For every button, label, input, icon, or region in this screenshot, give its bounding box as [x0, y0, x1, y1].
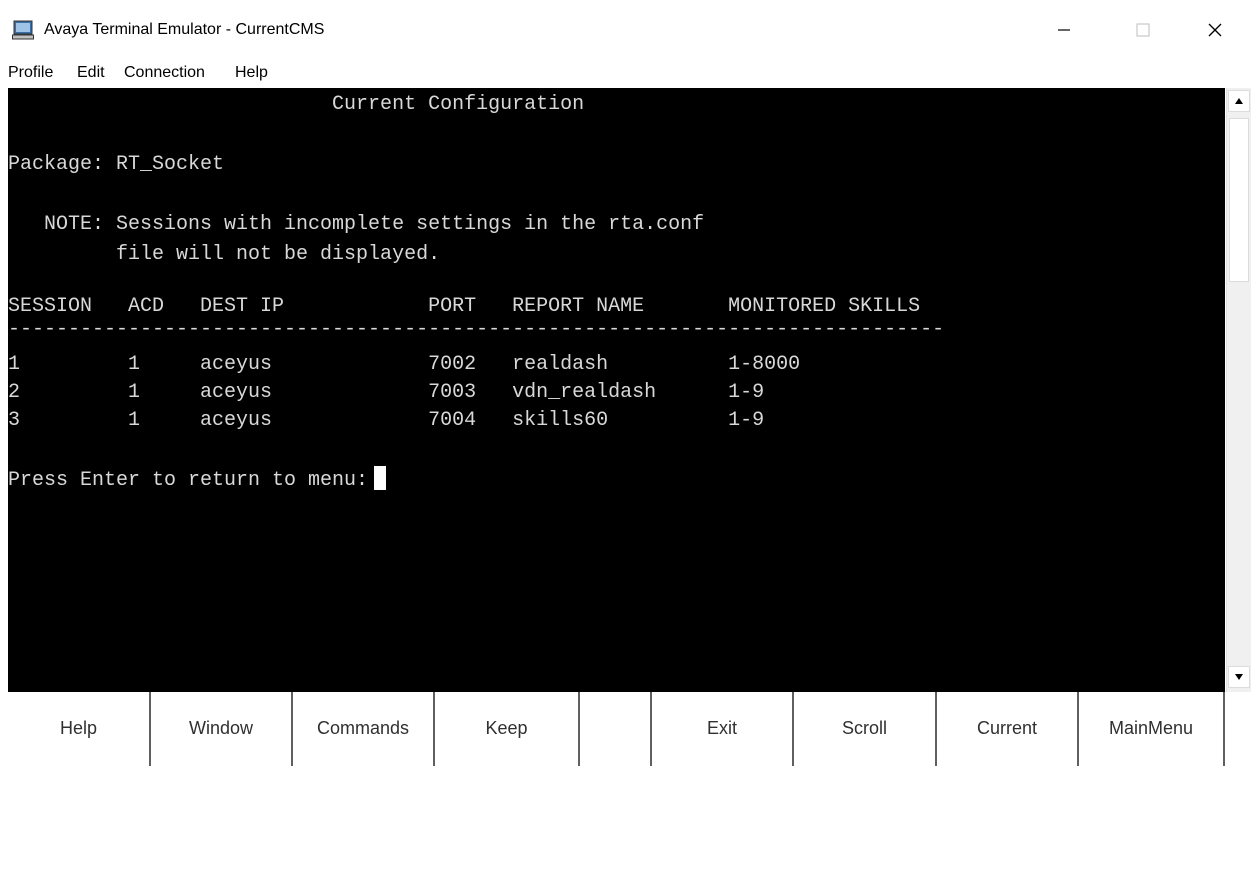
function-key-bar: Help Window Commands Keep Exit Scroll Cu…	[8, 692, 1225, 878]
close-icon	[1208, 23, 1222, 37]
table-separator: ----------------------------------------…	[8, 318, 945, 341]
scroll-up-button[interactable]	[1228, 90, 1250, 112]
table-row: 3 1 aceyus 7004 skills60 1-9	[8, 409, 765, 432]
scroll-thumb[interactable]	[1229, 118, 1249, 282]
terminal-computer-icon	[12, 20, 34, 40]
table-row: 2 1 aceyus 7003 vdn_realdash 1-9	[8, 381, 765, 404]
fkey-keep[interactable]: Keep	[435, 692, 580, 766]
package-line: Package: RT_Socket	[8, 153, 225, 176]
vertical-scrollbar[interactable]	[1226, 88, 1251, 692]
maximize-button[interactable]	[1120, 10, 1166, 50]
menu-connection[interactable]: Connection	[124, 64, 205, 82]
enter-prompt: Press Enter to return to menu:	[8, 469, 369, 492]
fkey-bottom-strip	[8, 766, 1225, 878]
fkey-blank[interactable]	[580, 692, 652, 766]
menu-bar: Profile Edit Connection Help	[0, 58, 1251, 88]
prompt-line: Press Enter to return to menu:	[8, 465, 1225, 496]
fkey-mainmenu[interactable]: MainMenu	[1079, 692, 1225, 766]
menu-help[interactable]: Help	[235, 64, 268, 82]
fkey-window[interactable]: Window	[151, 692, 293, 766]
table-row: 1 1 aceyus 7002 realdash 1-8000	[8, 353, 801, 376]
text-cursor	[374, 465, 387, 490]
scroll-down-button[interactable]	[1228, 666, 1250, 688]
fkey-commands[interactable]: Commands	[293, 692, 435, 766]
fkey-exit[interactable]: Exit	[652, 692, 794, 766]
note-line-1: NOTE: Sessions with incomplete settings …	[8, 213, 705, 236]
fkey-help[interactable]: Help	[8, 692, 151, 766]
menu-edit[interactable]: Edit	[77, 64, 105, 82]
maximize-icon	[1136, 23, 1150, 37]
minimize-icon	[1058, 29, 1070, 31]
minimize-button[interactable]	[1041, 10, 1087, 50]
screen-title: Current Configuration	[8, 93, 585, 116]
scroll-down-arrow-icon	[1235, 674, 1243, 680]
fkey-current[interactable]: Current	[937, 692, 1079, 766]
scroll-up-arrow-icon	[1235, 98, 1243, 104]
menu-profile[interactable]: Profile	[8, 64, 53, 82]
note-line-2: file will not be displayed.	[8, 243, 441, 266]
terminal-screen[interactable]: Current Configuration Package: RT_Socket…	[8, 88, 1225, 692]
terminal-emulator-window: Avaya Terminal Emulator - CurrentCMS Pro…	[0, 0, 1251, 878]
window-title: Avaya Terminal Emulator - CurrentCMS	[44, 21, 325, 38]
fkey-scroll[interactable]: Scroll	[794, 692, 937, 766]
close-button[interactable]	[1192, 10, 1238, 50]
title-bar[interactable]: Avaya Terminal Emulator - CurrentCMS	[0, 0, 1251, 58]
